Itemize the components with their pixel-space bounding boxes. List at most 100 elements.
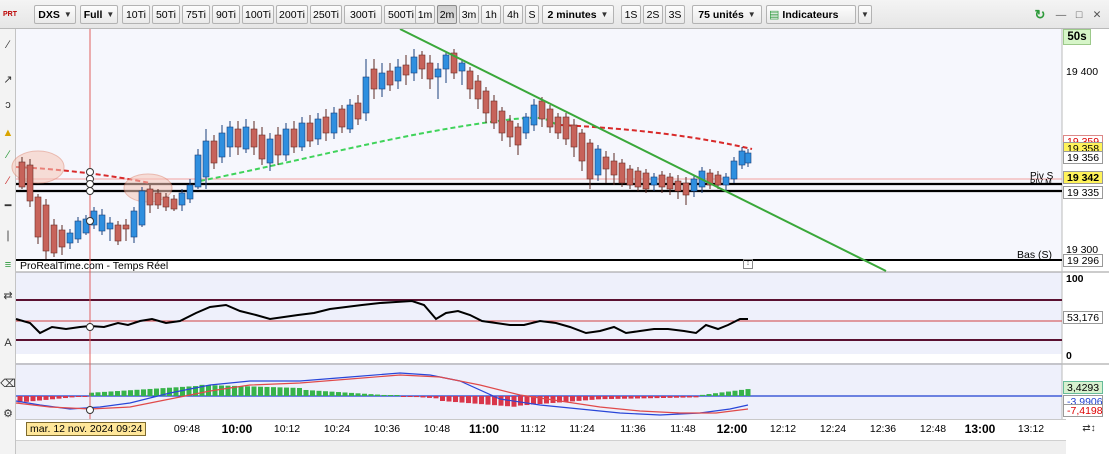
price-tag-piv: 19 342: [1063, 171, 1103, 184]
candle-body: [634, 170, 642, 188]
macd-histogram-bar: [251, 386, 257, 396]
macd-histogram-bar: [121, 390, 127, 396]
units-label: 75 unités: [698, 8, 744, 21]
osc-value-tag: 53,176: [1063, 311, 1103, 324]
macd-histogram-bar: [284, 387, 289, 396]
macd-histogram-bar: [609, 396, 614, 399]
candle-body: [682, 182, 690, 196]
price-tag-bas: 19 296: [1063, 254, 1103, 267]
candle-body: [658, 174, 666, 188]
panel-info-icon[interactable]: ↕: [743, 259, 753, 269]
maximize-icon[interactable]: □: [1071, 5, 1087, 24]
chevron-down-icon: ▼: [600, 10, 609, 19]
macd-histogram-bar: [667, 396, 673, 398]
macd-histogram-bar: [570, 396, 575, 402]
candle-body: [482, 90, 490, 114]
macd-histogram-bar: [290, 387, 296, 396]
close-icon[interactable]: ✕: [1089, 5, 1105, 24]
cursor-marker: [86, 217, 94, 225]
candle-body: [58, 229, 66, 248]
candle-body: [514, 126, 522, 146]
time-axis[interactable]: 09:48 10:00 10:12 10:24 10:36 10:48 11:00 11:12…: [16, 419, 1066, 439]
zoom-control-icon[interactable]: ⇄↕: [1074, 420, 1104, 436]
macd-histogram-bar: [446, 396, 452, 402]
candle-body: [234, 128, 242, 148]
candle-body: [546, 108, 554, 128]
candle-body: [386, 70, 394, 86]
tick-button-200ti[interactable]: 200Ti: [276, 5, 308, 24]
horizontal-scrollbar[interactable]: [16, 440, 1066, 454]
macd-histogram-bar: [641, 396, 647, 399]
timeframe-button-1h[interactable]: 1h: [481, 5, 501, 24]
indicators-button[interactable]: ▤ Indicateurs: [766, 5, 856, 24]
timeframe-button-4h[interactable]: 4h: [503, 5, 523, 24]
refresh-icon[interactable]: ↻: [1030, 5, 1050, 24]
timeframe-button-s[interactable]: S: [525, 5, 539, 24]
candle-body: [162, 196, 170, 208]
time-label: 12:00: [716, 422, 748, 436]
time-label: 10:48: [423, 423, 451, 435]
macd-histogram-bar: [355, 393, 361, 396]
time-label: 10:12: [273, 423, 301, 435]
chevron-down-icon: ▼: [106, 10, 115, 19]
candle-body: [730, 160, 738, 180]
tick-button-300ti[interactable]: 300Ti: [344, 5, 382, 24]
seconds-button-3s[interactable]: 3S: [665, 5, 685, 24]
chevron-down-icon: ▼: [861, 10, 869, 19]
tick-button-75ti[interactable]: 75Ti: [182, 5, 210, 24]
minimize-icon[interactable]: —: [1053, 5, 1069, 24]
candle-body: [274, 134, 282, 156]
macd-histogram-bar: [739, 389, 744, 396]
macd-histogram-bar: [427, 396, 432, 398]
macd-histogram-bar: [420, 396, 426, 398]
time-label: 13:00: [964, 422, 996, 436]
timeframe-button-2m[interactable]: 2m: [437, 5, 457, 24]
candle-body: [378, 72, 386, 90]
tick-button-100ti[interactable]: 100Ti: [242, 5, 274, 24]
tick-button-50ti[interactable]: 50Ti: [152, 5, 180, 24]
candle-body: [226, 126, 234, 148]
chart-area[interactable]: [0, 29, 1109, 420]
timeframe-button-3m[interactable]: 3m: [459, 5, 479, 24]
tick-button-10ti[interactable]: 10Ti: [122, 5, 150, 24]
candle-body: [330, 112, 338, 134]
macd-histogram-bar: [622, 396, 627, 399]
macd-histogram-bar: [381, 394, 387, 396]
time-label: 13:12: [1017, 423, 1045, 435]
macd-histogram-bar: [219, 385, 224, 396]
candle-body: [578, 132, 586, 162]
chevron-down-icon: ▼: [747, 10, 756, 19]
time-label: 12:36: [869, 423, 897, 435]
units-selector[interactable]: 75 unités ▼: [692, 5, 762, 24]
time-label: 11:36: [620, 423, 646, 435]
tick-button-500ti[interactable]: 500Ti: [384, 5, 418, 24]
candle-body: [490, 100, 498, 124]
toolbar: PRT DXS ▼ Full ▼ 10Ti 50Ti 75Ti 90Ti 100Ti 200T…: [0, 0, 1109, 29]
indicators-dropdown[interactable]: ▼: [858, 5, 872, 24]
macd-histogram-bar: [719, 392, 725, 396]
candle-body: [50, 224, 58, 254]
timeframe-button-1m[interactable]: 1m: [415, 5, 435, 24]
seconds-button-2s[interactable]: 2S: [643, 5, 663, 24]
candle-body: [402, 64, 410, 76]
macd-histogram-bar: [375, 394, 380, 396]
period-selector[interactable]: 2 minutes ▼: [542, 5, 614, 24]
mode-selector[interactable]: Full ▼: [80, 5, 118, 24]
cursor-marker: [86, 187, 94, 195]
tick-button-90ti[interactable]: 90Ti: [212, 5, 240, 24]
macd-histogram-bar: [30, 396, 36, 402]
macd-histogram-bar: [323, 391, 328, 396]
tick-button-250ti[interactable]: 250Ti: [310, 5, 342, 24]
macd-histogram-bar: [518, 396, 523, 406]
symbol-selector[interactable]: DXS ▼: [34, 5, 76, 24]
seconds-button-1s[interactable]: 1S: [621, 5, 641, 24]
candle-body: [186, 184, 194, 200]
macd-histogram-bar: [505, 396, 510, 407]
macd-histogram-bar: [485, 396, 491, 405]
candle-body: [138, 190, 146, 226]
macd-histogram-bar: [63, 396, 68, 399]
candle-body: [74, 220, 82, 240]
macd-histogram-bar: [700, 394, 705, 396]
candle-body: [722, 176, 730, 186]
price-tick-19400: 19 400: [1066, 66, 1099, 78]
